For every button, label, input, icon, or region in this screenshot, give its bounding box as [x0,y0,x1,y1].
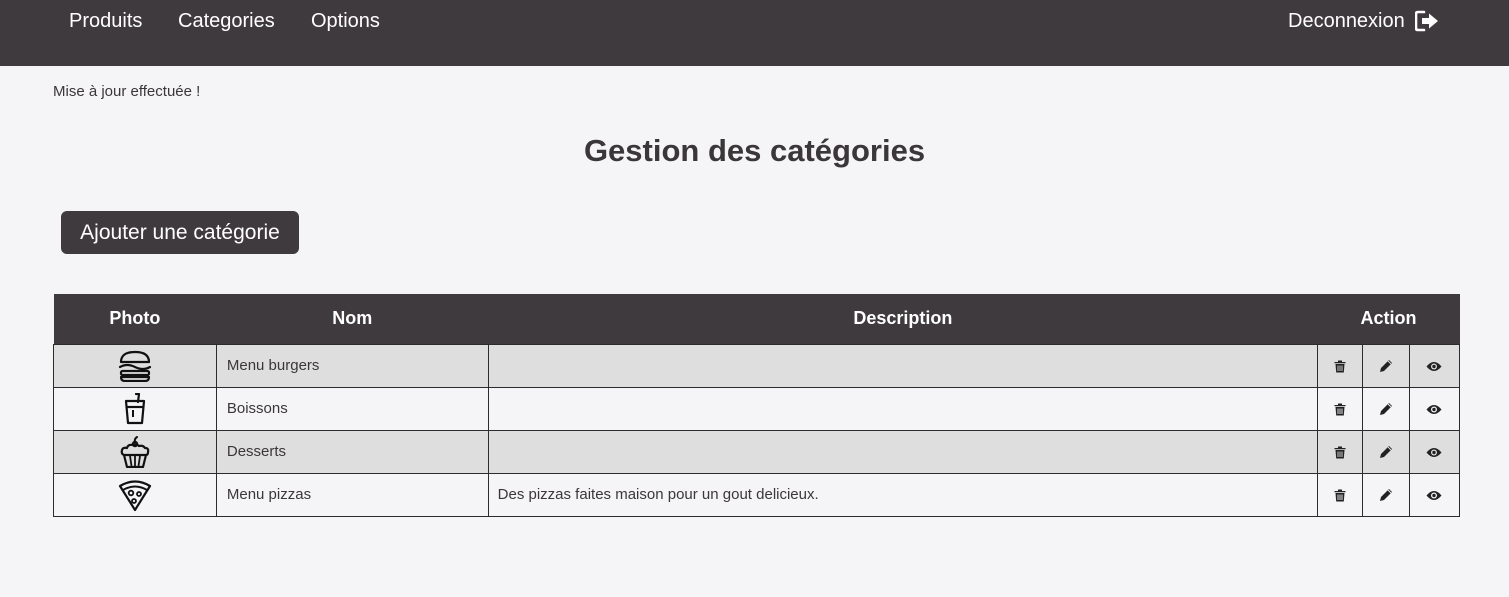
name-cell: Boissons [215,386,489,431]
logout-label: Deconnexion [1288,10,1405,32]
nav-link-categories[interactable]: Categories [178,9,275,33]
delete-button[interactable] [1317,343,1364,388]
view-button[interactable] [1408,429,1461,474]
add-category-button[interactable]: Ajouter une catégorie [61,211,299,254]
description-cell [487,429,1319,474]
edit-button[interactable] [1362,472,1410,517]
cupcake-icon [120,435,150,468]
eye-icon [1426,357,1442,374]
edit-button[interactable] [1362,386,1410,431]
pizza-slice-icon [118,479,152,511]
table-row: Menu burgers [53,343,1461,388]
eye-icon [1426,486,1442,503]
view-button[interactable] [1408,472,1461,517]
photo-cell [53,386,217,431]
delete-button[interactable] [1317,472,1364,517]
drink-cup-icon [124,392,146,424]
photo-cell [53,343,217,388]
description-cell [487,386,1319,431]
top-navbar: Produits Categories Options Deconnexion [0,0,1509,66]
trash-icon [1334,400,1346,417]
table-header-row: Photo Nom Description Action [53,294,1460,344]
nav-link-produits[interactable]: Produits [69,9,142,33]
flash-message: Mise à jour effectuée ! [53,83,201,100]
delete-button[interactable] [1317,386,1364,431]
header-description: Description [488,294,1318,344]
name-cell: Menu pizzas [215,472,489,517]
pencil-icon [1379,357,1393,374]
pencil-icon [1379,486,1393,503]
trash-icon [1334,443,1346,460]
trash-icon [1334,357,1346,374]
view-button[interactable] [1408,386,1461,431]
page-title: Gestion des catégories [583,133,926,168]
description-cell: Des pizzas faites maison pour un gout de… [487,472,1319,517]
nav-link-options[interactable]: Options [311,9,380,33]
name-cell: Menu burgers [215,343,489,388]
header-action: Action [1317,294,1460,344]
header-nom: Nom [216,294,489,344]
table-row: Boissons [53,386,1461,431]
photo-cell [53,429,217,474]
eye-icon [1426,400,1442,417]
pencil-icon [1379,400,1393,417]
categories-table: Photo Nom Description Action Menu burger… [53,294,1461,517]
table-row: Desserts [53,429,1461,474]
trash-icon [1334,486,1346,503]
table-row: Menu pizzas Des pizzas faites maison pou… [53,472,1461,517]
logout-link[interactable]: Deconnexion [1288,9,1439,33]
edit-button[interactable] [1362,429,1410,474]
header-photo: Photo [53,294,217,344]
eye-icon [1426,443,1442,460]
name-cell: Desserts [215,429,489,474]
pencil-icon [1379,443,1393,460]
delete-button[interactable] [1317,429,1364,474]
view-button[interactable] [1408,343,1461,388]
photo-cell [53,472,217,517]
sign-out-icon [1414,10,1439,32]
burger-icon [118,350,152,382]
edit-button[interactable] [1362,343,1410,388]
description-cell [487,343,1319,388]
